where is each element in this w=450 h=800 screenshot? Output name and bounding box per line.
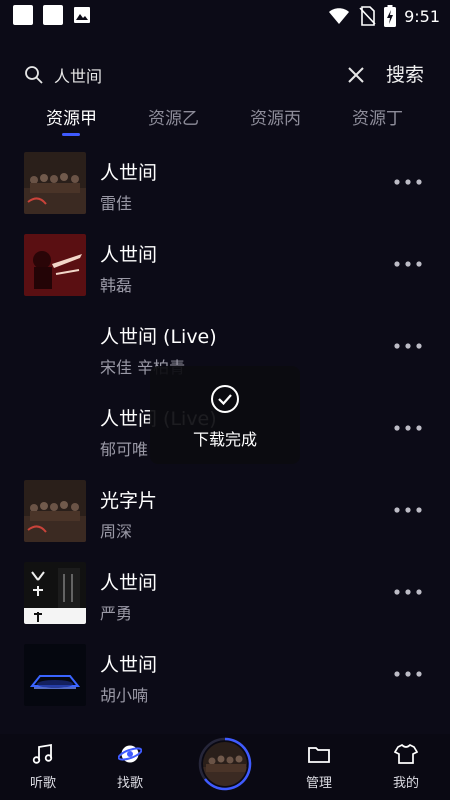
song-row[interactable]: 人世间 严勇 <box>0 552 450 634</box>
image-icon <box>74 7 90 23</box>
song-title: 人世间 <box>100 162 158 184</box>
album-cover <box>24 234 86 296</box>
song-row[interactable]: 人世间 韩磊 <box>0 224 450 306</box>
download-complete-toast: 下载完成 <box>150 366 300 464</box>
more-options-icon[interactable] <box>388 336 428 356</box>
more-options-icon[interactable] <box>388 254 428 274</box>
song-title: 人世间 (Live) <box>100 326 217 348</box>
nav-item-find[interactable]: 找歌 <box>95 742 165 796</box>
song-artist: 郁可唯 <box>100 440 149 459</box>
song-artist: 韩磊 <box>100 276 133 295</box>
battery-charging-icon <box>384 5 397 27</box>
nav-label: 我的 <box>392 776 419 791</box>
song-artist: 胡小喃 <box>100 686 149 705</box>
song-title: 人世间 <box>100 244 158 266</box>
song-title: 光字片 <box>100 490 158 512</box>
search-icon <box>25 66 43 84</box>
folder-icon <box>308 747 330 763</box>
nav-label: 管理 <box>305 776 332 791</box>
check-circle-icon <box>211 385 239 413</box>
wifi-icon <box>329 8 350 24</box>
nav-label: 听歌 <box>29 776 56 791</box>
tab-source-d[interactable]: 资源丁 <box>352 104 403 129</box>
music-note-icon <box>32 743 53 764</box>
album-cover <box>24 152 86 214</box>
album-cover <box>24 644 86 706</box>
now-playing-disc[interactable] <box>198 737 252 791</box>
more-options-icon[interactable] <box>388 172 428 192</box>
song-title: 人世间 <box>100 654 158 676</box>
shirt-icon <box>394 743 418 764</box>
song-title: 人世间 <box>100 572 158 594</box>
planet-icon <box>118 745 142 763</box>
search-button[interactable]: 搜索 <box>386 60 424 87</box>
more-options-icon[interactable] <box>388 664 428 684</box>
nav-label: 找歌 <box>116 776 143 791</box>
song-artist: 周深 <box>100 522 133 541</box>
song-artist: 严勇 <box>100 604 133 623</box>
nav-item-manage[interactable]: 管理 <box>284 742 354 796</box>
clock-time: 9:51 <box>404 6 440 26</box>
album-cover <box>24 562 86 624</box>
search-bar: 搜索 <box>18 56 434 94</box>
nav-item-mine[interactable]: 我的 <box>371 742 441 796</box>
active-tab-indicator <box>62 133 80 136</box>
tab-source-c[interactable]: 资源丙 <box>250 104 301 129</box>
song-row[interactable]: 人世间 胡小喃 <box>0 634 450 716</box>
more-options-icon[interactable] <box>388 418 428 438</box>
tab-source-a[interactable]: 资源甲 <box>46 104 97 129</box>
toast-message: 下载完成 <box>192 430 257 449</box>
status-bar: 9:51 <box>0 0 450 32</box>
song-row[interactable]: 人世间 雷佳 <box>0 142 450 224</box>
no-sim-icon <box>359 6 376 26</box>
notification-square-icon <box>43 5 63 25</box>
source-tabs: 资源甲 资源乙 资源丙 资源丁 <box>0 96 450 140</box>
clear-icon[interactable] <box>346 65 366 85</box>
more-options-icon[interactable] <box>388 582 428 602</box>
album-cover <box>24 480 86 542</box>
tab-source-b[interactable]: 资源乙 <box>148 104 199 129</box>
more-options-icon[interactable] <box>388 500 428 520</box>
song-artist: 雷佳 <box>100 194 133 213</box>
notification-square-icon <box>13 5 33 25</box>
nav-item-listen[interactable]: 听歌 <box>8 742 78 796</box>
song-row[interactable]: 光字片 周深 <box>0 470 450 552</box>
search-input[interactable] <box>54 62 314 88</box>
